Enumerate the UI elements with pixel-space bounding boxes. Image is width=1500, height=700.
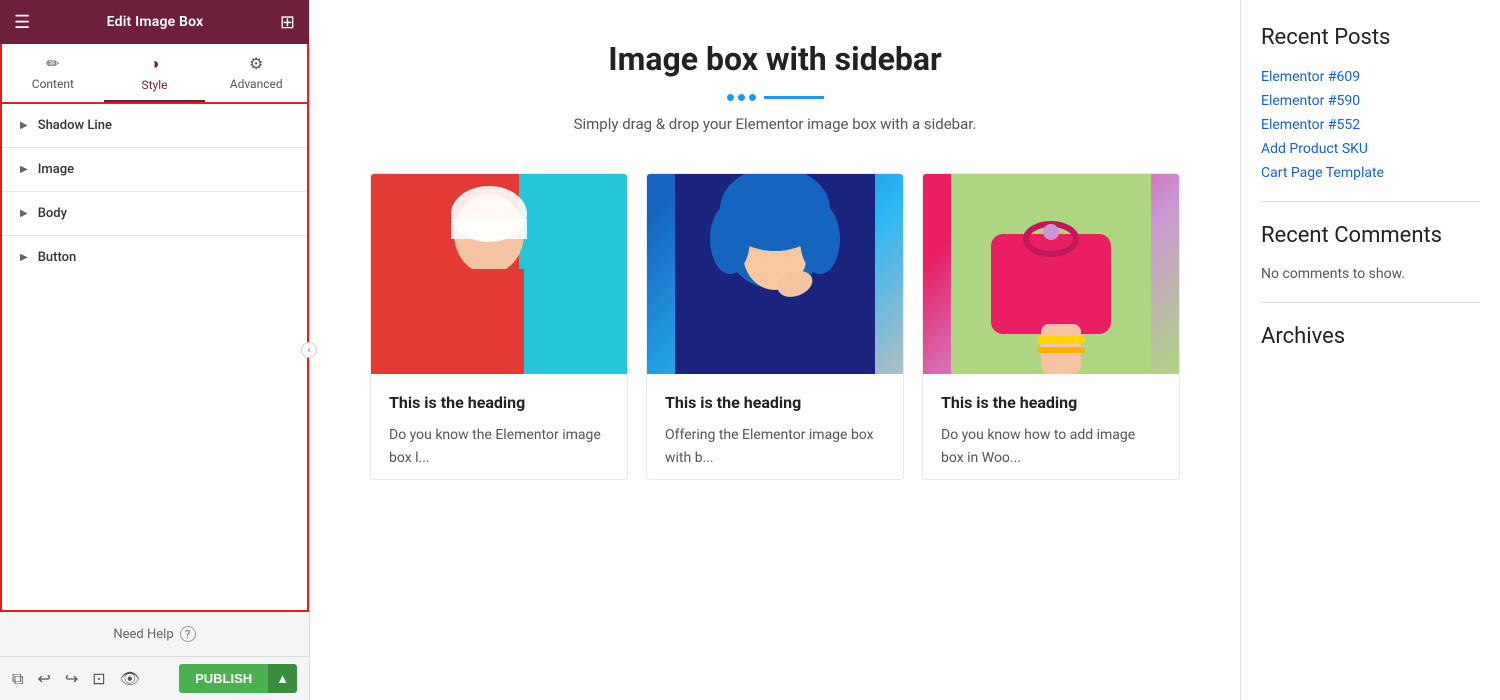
archives-title: Archives	[1261, 323, 1480, 352]
card-2-image	[647, 174, 903, 374]
sidebar-link-1[interactable]: Elementor #609	[1261, 69, 1480, 85]
card-3-title: This is the heading	[941, 392, 1161, 414]
sidebar-link-2[interactable]: Elementor #590	[1261, 93, 1480, 109]
card-3: This is the heading Do you know how to a…	[922, 173, 1180, 480]
style-tab-icon: ◑	[150, 54, 160, 74]
divider-dots	[370, 94, 1180, 101]
accordion-button[interactable]: ▶ Button	[2, 236, 307, 279]
style-tab-label: Style	[142, 78, 168, 92]
accordion-body[interactable]: ▶ Body	[2, 192, 307, 236]
need-help-label: Need Help	[113, 627, 173, 642]
content-tab-label: Content	[32, 77, 74, 91]
grid-icon[interactable]: ⊞	[280, 12, 295, 33]
resize-handle[interactable]: ‹	[301, 342, 317, 358]
arrow-icon: ▶	[20, 164, 28, 175]
accordion-label: Body	[38, 206, 67, 221]
sidebar-divider-2	[1261, 302, 1480, 303]
layers-icon[interactable]: ⧉	[12, 669, 23, 689]
page-heading: Image box with sidebar	[370, 40, 1180, 78]
dot-3	[749, 94, 756, 101]
need-help-section[interactable]: Need Help ?	[0, 612, 309, 656]
publish-group: PUBLISH ▲	[179, 664, 297, 693]
advanced-tab-icon: ⚙	[249, 54, 263, 73]
redo-icon[interactable]: ↪	[65, 669, 78, 688]
left-panel: ☰ Edit Image Box ⊞ ✏ Content ◑ Style ⚙ A…	[0, 0, 310, 700]
sidebar-divider-1	[1261, 201, 1480, 202]
page-subtitle: Simply drag & drop your Elementor image …	[370, 115, 1180, 133]
tab-advanced[interactable]: ⚙ Advanced	[205, 44, 307, 102]
card-1-body: This is the heading Do you know the Elem…	[371, 374, 627, 479]
bottom-icons-group: ⧉ ↩ ↪ ⊡ 👁	[12, 669, 140, 689]
content-tab-icon: ✏	[46, 54, 59, 73]
recent-comments-title: Recent Comments	[1261, 222, 1480, 251]
arrow-icon: ▶	[20, 120, 28, 131]
tab-style[interactable]: ◑ Style	[104, 44, 206, 102]
accordion-label: Button	[38, 250, 77, 265]
accordion-shadow-line[interactable]: ▶ Shadow Line	[2, 104, 307, 148]
advanced-tab-label: Advanced	[230, 77, 283, 91]
sidebar-link-3[interactable]: Elementor #552	[1261, 117, 1480, 133]
grid-view-icon[interactable]: ⊡	[92, 669, 105, 688]
hamburger-icon[interactable]: ☰	[14, 12, 30, 33]
card-1-text: Do you know the Elementor image box l...	[389, 424, 609, 469]
main-content: Image box with sidebar Simply drag & dro…	[310, 0, 1240, 700]
publish-button[interactable]: PUBLISH	[179, 664, 268, 693]
recent-posts-title: Recent Posts	[1261, 24, 1480, 53]
bottom-bar: ⧉ ↩ ↪ ⊡ 👁 PUBLISH ▲	[0, 656, 309, 700]
card-1-title: This is the heading	[389, 392, 609, 414]
card-2-body: This is the heading Offering the Element…	[647, 374, 903, 479]
arrow-icon: ▶	[20, 252, 28, 263]
arrow-icon: ▶	[20, 208, 28, 219]
help-circle-icon: ?	[180, 626, 196, 642]
undo-icon[interactable]: ↩	[37, 669, 50, 688]
cards-grid: This is the heading Do you know the Elem…	[370, 173, 1180, 480]
dot-2	[738, 94, 745, 101]
tabs-row: ✏ Content ◑ Style ⚙ Advanced	[0, 44, 309, 104]
card-1: This is the heading Do you know the Elem…	[370, 173, 628, 480]
accordion-container: ▶ Shadow Line ▶ Image ▶ Body ▶ Button	[0, 104, 309, 612]
card-3-body: This is the heading Do you know how to a…	[923, 374, 1179, 479]
sidebar-link-5[interactable]: Cart Page Template	[1261, 165, 1480, 181]
accordion-label: Shadow Line	[38, 118, 112, 133]
accordion-label: Image	[38, 162, 74, 177]
right-sidebar: Recent Posts Elementor #609 Elementor #5…	[1240, 0, 1500, 700]
card-1-image	[371, 174, 627, 374]
card-3-image	[923, 174, 1179, 374]
no-comments-text: No comments to show.	[1261, 266, 1480, 282]
panel-header: ☰ Edit Image Box ⊞	[0, 0, 309, 44]
card-2: This is the heading Offering the Element…	[646, 173, 904, 480]
dot-1	[727, 94, 734, 101]
card-3-text: Do you know how to add image box in Woo.…	[941, 424, 1161, 469]
card-2-text: Offering the Elementor image box with b.…	[665, 424, 885, 469]
sidebar-link-4[interactable]: Add Product SKU	[1261, 141, 1480, 157]
tab-content[interactable]: ✏ Content	[2, 44, 104, 102]
accordion-image[interactable]: ▶ Image	[2, 148, 307, 192]
eye-icon[interactable]: 👁	[120, 669, 140, 688]
publish-dropdown-button[interactable]: ▲	[268, 664, 297, 693]
panel-title: Edit Image Box	[107, 14, 204, 30]
dot-line	[764, 96, 824, 99]
card-2-title: This is the heading	[665, 392, 885, 414]
